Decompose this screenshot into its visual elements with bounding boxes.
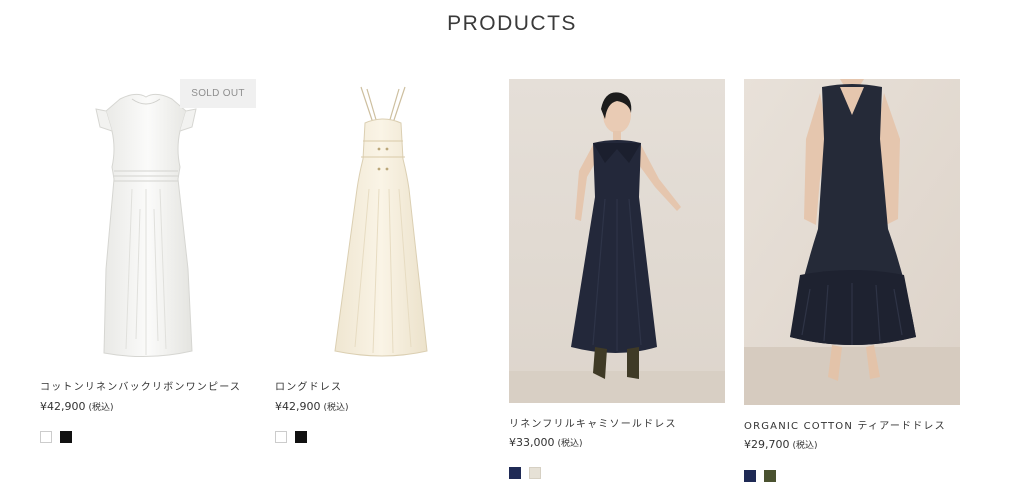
product-name[interactable]: コットンリネンバックリボンワンピース xyxy=(40,378,270,393)
color-swatch-olive[interactable] xyxy=(764,470,776,482)
color-swatches xyxy=(509,467,541,479)
product-image[interactable] xyxy=(509,79,725,403)
product-name[interactable]: ORGANIC COTTON ティアードドレス xyxy=(744,417,974,432)
tax-label: (税込) xyxy=(88,403,114,413)
color-swatch-navy[interactable] xyxy=(509,467,521,479)
product-price: ¥42,900 (税込) xyxy=(40,400,114,413)
product-price: ¥29,700 (税込) xyxy=(744,438,818,451)
color-swatch-white[interactable] xyxy=(275,431,287,443)
price-value: ¥42,900 xyxy=(275,400,321,413)
product-image[interactable] xyxy=(744,79,960,405)
tax-label: (税込) xyxy=(557,439,583,449)
tax-label: (税込) xyxy=(792,441,818,451)
color-swatch-navy[interactable] xyxy=(744,470,756,482)
tax-label: (税込) xyxy=(323,403,349,413)
product-price: ¥33,000 (税込) xyxy=(509,436,583,449)
color-swatches xyxy=(744,470,776,482)
product-name[interactable]: リネンフリルキャミソールドレス xyxy=(509,415,739,430)
color-swatch-white[interactable] xyxy=(40,431,52,443)
price-value: ¥33,000 xyxy=(509,436,555,449)
price-value: ¥42,900 xyxy=(40,400,86,413)
page-title: PRODUCTS xyxy=(447,12,577,35)
product-price: ¥42,900 (税込) xyxy=(275,400,349,413)
color-swatch-black[interactable] xyxy=(60,431,72,443)
color-swatch-black[interactable] xyxy=(295,431,307,443)
color-swatches xyxy=(40,431,72,443)
product-image[interactable]: SOLD OUT xyxy=(40,79,256,364)
color-swatch-beige[interactable] xyxy=(529,467,541,479)
price-value: ¥29,700 xyxy=(744,438,790,451)
product-name[interactable]: ロングドレス xyxy=(275,378,505,393)
product-image[interactable] xyxy=(275,79,491,364)
sold-out-badge: SOLD OUT xyxy=(180,79,256,108)
color-swatches xyxy=(275,431,307,443)
